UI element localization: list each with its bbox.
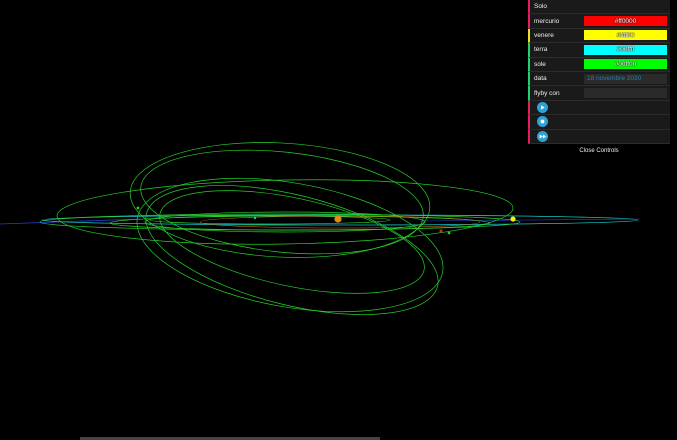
flyby-input[interactable] <box>584 88 667 99</box>
earth-marker[interactable] <box>439 229 443 233</box>
sole-color-picker[interactable]: #00ff00 <box>584 59 667 70</box>
label-flyby-con: flyby con <box>534 89 560 97</box>
spacecraft-trajectories <box>39 142 521 315</box>
label-data: data <box>534 75 547 83</box>
controls-panel: Solo mercurio #ff0000 venere #ffff00 ter… <box>528 0 670 144</box>
label-sole: sole <box>534 60 546 68</box>
spacecraft-marker[interactable] <box>447 231 451 235</box>
solo-marker[interactable] <box>136 206 140 210</box>
row-venere: venere #ffff00 <box>528 28 670 44</box>
venus-planet[interactable] <box>510 216 516 222</box>
row-flyby: flyby con <box>528 86 670 101</box>
terra-marker[interactable] <box>253 216 257 220</box>
close-controls-button[interactable]: Close Controls <box>528 146 670 156</box>
row-play[interactable] <box>528 100 670 116</box>
row-mercurio: mercurio #ff0000 <box>528 14 670 29</box>
label-venere: venere <box>534 31 554 39</box>
terra-color-picker[interactable]: #00ffff <box>584 44 667 55</box>
date-input[interactable]: 18 novembre 2030 <box>584 73 667 84</box>
ecliptic-line-right <box>419 218 641 222</box>
venere-color-picker[interactable]: #ffff00 <box>584 30 667 41</box>
label-solo: Solo <box>534 3 548 11</box>
label-terra: terra <box>534 46 548 54</box>
row-fast-forward[interactable] <box>528 129 670 144</box>
play-icon[interactable] <box>537 101 548 113</box>
fast-forward-icon[interactable] <box>537 130 548 142</box>
row-terra: terra #00ffff <box>528 43 670 58</box>
row-sole: sole #00ff00 <box>528 57 670 72</box>
row-solo: Solo <box>528 0 670 15</box>
row-data: data 18 novembre 2030 <box>528 71 670 87</box>
label-mercurio: mercurio <box>534 17 560 25</box>
sun[interactable] <box>334 215 342 223</box>
stop-icon[interactable] <box>537 116 548 128</box>
row-stop[interactable] <box>528 115 670 130</box>
mercurio-color-picker[interactable]: #ff0000 <box>584 16 667 27</box>
